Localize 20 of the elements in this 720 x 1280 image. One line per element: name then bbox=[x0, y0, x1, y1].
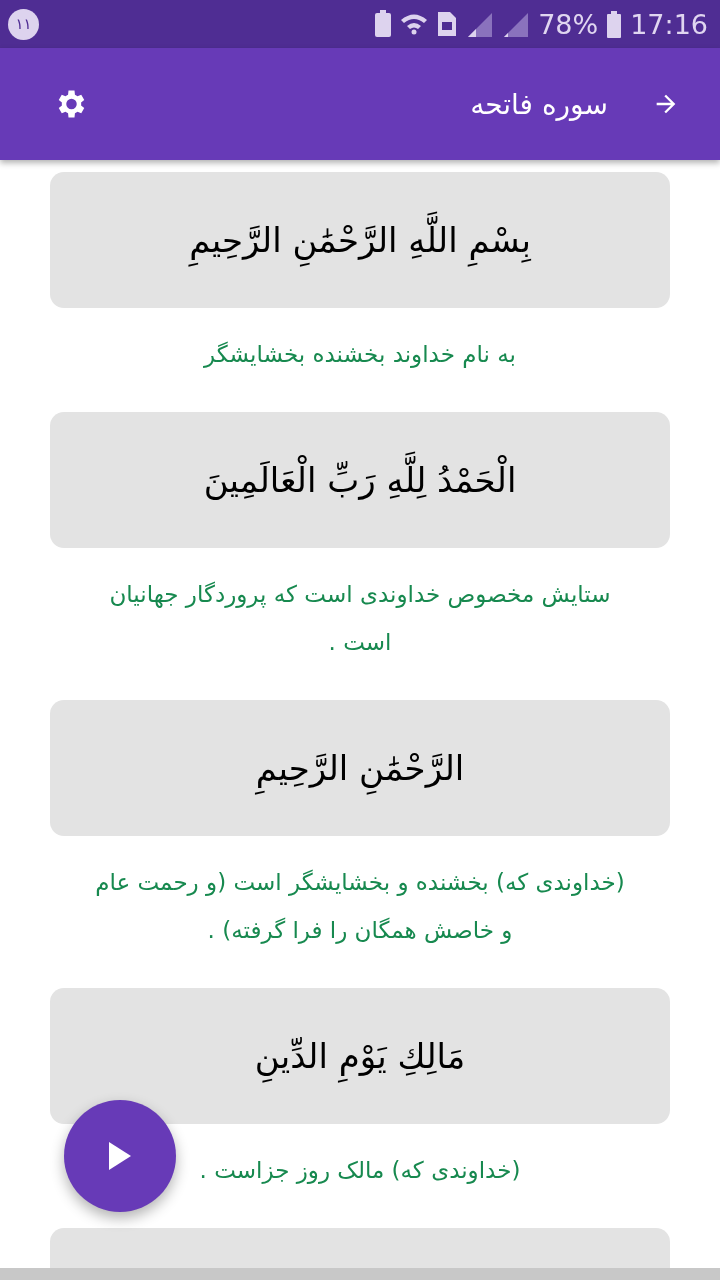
verse-translation: ستایش مخصوص خداوندی است که پروردگار جهانیان است . bbox=[108, 580, 612, 657]
verse-translation: (خداوندی که) بخشنده و بخشایشگر است (و رحمت عام و خاصش همگان را فرا گرفته) . bbox=[94, 868, 626, 946]
signal-icon bbox=[466, 11, 495, 37]
verse-card: الْحَمْدُ لِلَّهِ رَبِّ الْعَالَمِينَ bbox=[50, 412, 670, 548]
battery-icon bbox=[606, 10, 623, 38]
play-button[interactable] bbox=[64, 1100, 176, 1212]
battery-saver-icon bbox=[374, 10, 393, 38]
battery-percentage: 78% bbox=[538, 8, 599, 40]
wifi-icon bbox=[400, 12, 429, 36]
verse-translation: به نام خداوند بخشنده بخشایشگر bbox=[204, 340, 516, 370]
page-title: سوره فاتحه bbox=[470, 87, 608, 121]
verse-card: مَالِكِ يَوْمِ الدِّينِ bbox=[50, 988, 670, 1124]
play-icon bbox=[109, 1142, 131, 1170]
clock-time: 17:16 bbox=[630, 8, 708, 40]
verse-translation: (خداوندی که) مالک روز جزاست . bbox=[199, 1156, 521, 1186]
verse-card: الرَّحْمَٰنِ الرَّحِيمِ bbox=[50, 700, 670, 836]
signal-icon bbox=[502, 11, 531, 37]
notification-badge: ۱۱ bbox=[8, 8, 39, 40]
verse-card: بِسْمِ اللَّهِ الرَّحْمَٰنِ الرَّحِيمِ bbox=[50, 172, 670, 308]
sim-card-icon bbox=[436, 10, 459, 38]
